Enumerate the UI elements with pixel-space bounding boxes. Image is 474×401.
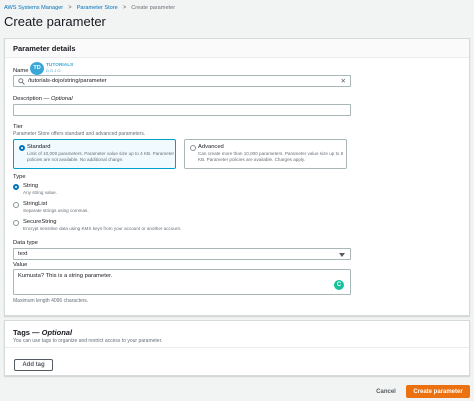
description-optional: — Optional: [43, 96, 73, 102]
close-icon[interactable]: ✕: [341, 77, 346, 85]
tier-label: Tier: [13, 124, 23, 130]
value-textarea[interactable]: Kumusta? This is a string parameter. C: [13, 269, 351, 295]
tier-advanced-desc: Can create more than 10,000 parameters. …: [198, 151, 344, 162]
description-input[interactable]: [13, 104, 351, 116]
data-type-select[interactable]: text: [13, 248, 351, 260]
type-string-title: String: [23, 183, 39, 189]
value-text: Kumusta? This is a string parameter.: [18, 273, 113, 279]
caret-down-icon: [339, 253, 345, 259]
breadcrumb-parameter-store[interactable]: Parameter Store: [77, 5, 118, 11]
create-parameter-button[interactable]: Create parameter: [406, 385, 470, 398]
add-tag-button[interactable]: Add tag: [14, 359, 53, 371]
type-string-desc: Any string value.: [23, 190, 57, 195]
panel-title: Parameter details: [5, 39, 469, 58]
breadcrumb-current: Create parameter: [131, 5, 176, 11]
tags-title: Tags — Optional: [13, 328, 72, 337]
tier-advanced-title: Advanced: [198, 144, 224, 150]
tags-description: You can use tags to organize and restric…: [13, 338, 163, 344]
name-value: /tutorials-dojo/string/parameter: [28, 78, 107, 84]
search-icon: [18, 77, 25, 85]
chevron-right-icon: >: [68, 5, 72, 11]
td-logo-icon: TD: [30, 61, 44, 75]
type-stringlist-desc: Separate strings using commas.: [23, 208, 89, 213]
data-type-label: Data type: [13, 240, 38, 246]
type-string-radio[interactable]: [13, 184, 19, 190]
name-input[interactable]: /tutorials-dojo/string/parameter ✕: [13, 75, 351, 87]
value-label: Value: [13, 262, 28, 268]
tags-optional: — Optional: [32, 328, 73, 337]
breadcrumb-systems-manager[interactable]: AWS Systems Manager: [4, 5, 63, 11]
description-label-text: Description: [13, 96, 42, 102]
grammarly-icon[interactable]: C: [334, 280, 344, 290]
tutorials-dojo-watermark: TD TUTORIALS D O J O: [30, 61, 73, 75]
page-title: Create parameter: [4, 14, 106, 29]
type-label: Type: [13, 174, 26, 180]
chevron-right-icon: >: [122, 5, 127, 11]
name-label: Name: [13, 68, 29, 74]
type-stringlist-radio[interactable]: [13, 202, 19, 208]
radio-selected-icon[interactable]: [19, 145, 25, 151]
data-type-value: text: [18, 251, 28, 257]
tier-advanced-tile[interactable]: Advanced Can create more than 10,000 par…: [184, 139, 347, 169]
cancel-button[interactable]: Cancel: [372, 385, 400, 398]
watermark-text-group: TUTORIALS D O J O: [46, 63, 73, 73]
watermark-sub: D O J O: [46, 68, 61, 73]
breadcrumb: AWS Systems Manager > Parameter Store > …: [4, 3, 175, 13]
type-securestring-desc: Encrypt sensitive data using KMS keys fr…: [23, 226, 182, 231]
tier-standard-title: Standard: [27, 144, 51, 150]
type-stringlist-title: StringList: [23, 201, 48, 207]
type-securestring-radio[interactable]: [13, 220, 19, 226]
value-hint: Maximum length 4096 characters.: [13, 298, 89, 304]
tags-divider: [5, 347, 469, 348]
parameter-details-panel: Parameter details Name TD TUTORIALS D O …: [4, 38, 470, 316]
tags-title-text: Tags: [13, 328, 30, 337]
description-label: Description — Optional: [13, 96, 73, 102]
tier-description: Parameter Store offers standard and adva…: [13, 131, 146, 137]
radio-unselected-icon[interactable]: [190, 145, 196, 151]
tier-standard-desc: Limit of 10,000 parameters. Parameter va…: [27, 151, 175, 162]
tier-standard-tile[interactable]: Standard Limit of 10,000 parameters. Par…: [13, 139, 176, 169]
type-securestring-title: SecureString: [23, 219, 57, 225]
tags-panel: Tags — Optional You can use tags to orga…: [4, 320, 470, 376]
